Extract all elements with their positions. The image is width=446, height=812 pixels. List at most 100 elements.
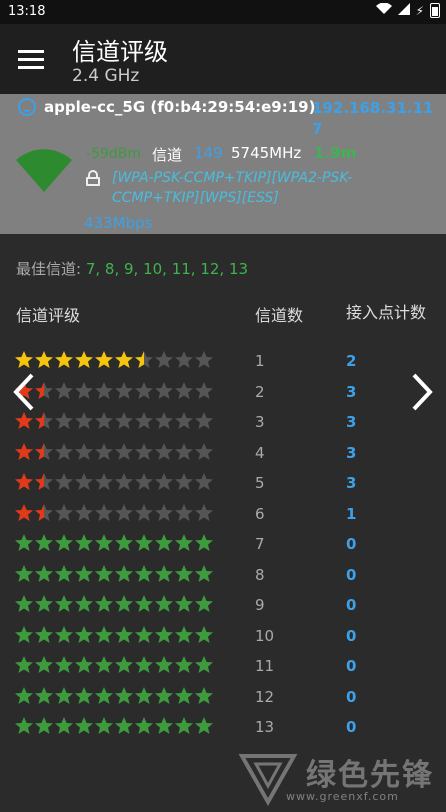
channel-number: 13 xyxy=(255,718,275,736)
ap-count: 0 xyxy=(346,687,357,706)
best-channels-value: 7, 8, 9, 10, 11, 12, 13 xyxy=(85,260,249,278)
star-icon xyxy=(154,533,174,553)
star-rating xyxy=(14,442,214,462)
star-icon xyxy=(154,716,174,736)
band-subtitle: 2.4 GHz xyxy=(72,66,140,86)
star-icon xyxy=(34,472,54,492)
star-icon xyxy=(154,350,174,370)
signal-strength: -59dBm xyxy=(86,146,141,162)
star-icon xyxy=(94,686,114,706)
star-icon xyxy=(34,350,54,370)
table-row: 53 xyxy=(0,472,446,502)
star-icon xyxy=(154,503,174,523)
header-rating: 信道评级 xyxy=(16,306,81,325)
star-icon xyxy=(174,625,194,645)
star-icon xyxy=(34,716,54,736)
star-icon xyxy=(174,716,194,736)
security-capabilities: [WPA-PSK-CCMP+TKIP][WPA2-PSK-CCMP+TKIP][… xyxy=(112,170,353,206)
star-icon xyxy=(194,472,214,492)
star-icon xyxy=(194,442,214,462)
star-icon xyxy=(14,503,34,523)
star-icon xyxy=(74,686,94,706)
star-icon xyxy=(94,533,114,553)
channel-number: 2 xyxy=(255,382,265,401)
star-icon xyxy=(94,411,114,431)
star-icon xyxy=(14,686,34,706)
ap-count: 0 xyxy=(346,626,357,645)
status-time: 13:18 xyxy=(8,4,46,19)
channel-number: 4 xyxy=(255,443,265,462)
star-icon xyxy=(174,594,194,614)
star-icon xyxy=(74,411,94,431)
star-icon xyxy=(54,472,74,492)
ap-count: 2 xyxy=(346,352,357,370)
star-icon xyxy=(94,625,114,645)
channel-label: 信道 xyxy=(152,146,183,164)
star-icon xyxy=(94,350,114,370)
star-icon xyxy=(174,564,194,584)
star-icon xyxy=(134,503,154,523)
distance: 1.9m xyxy=(314,144,357,162)
star-icon xyxy=(194,411,214,431)
star-icon xyxy=(194,655,214,675)
wifi-status-icon xyxy=(375,2,392,18)
star-icon xyxy=(54,655,74,675)
star-icon xyxy=(114,716,134,736)
wifi-strength-icon xyxy=(14,146,74,198)
star-icon xyxy=(34,381,54,401)
connected-network-card[interactable]: apple-cc_5G (f0:b4:29:54:e9:19) 192.168.… xyxy=(0,94,446,234)
star-rating xyxy=(14,533,214,553)
watermark: 绿色先锋 www.greenxf.com xyxy=(236,748,442,808)
frequency: 5745MHz xyxy=(231,144,302,162)
star-icon xyxy=(14,564,34,584)
ap-count: 3 xyxy=(346,413,357,431)
lock-icon xyxy=(86,170,100,186)
star-rating xyxy=(14,594,214,614)
ap-count: 0 xyxy=(346,565,357,584)
star-icon xyxy=(34,686,54,706)
watermark-text: 绿色先锋 xyxy=(306,758,434,793)
header-channel-count: 信道数 xyxy=(255,306,304,325)
star-icon xyxy=(54,594,74,614)
next-arrow-icon[interactable] xyxy=(410,372,434,412)
ap-count: 3 xyxy=(346,382,357,401)
channel-number: 5 xyxy=(255,474,265,492)
signal-status-icon xyxy=(397,3,410,18)
star-icon xyxy=(114,564,134,584)
star-icon xyxy=(114,533,134,553)
previous-arrow-icon[interactable] xyxy=(12,372,36,412)
table-row: 43 xyxy=(0,442,446,472)
star-icon xyxy=(14,472,34,492)
channel-number: 6 xyxy=(255,504,265,523)
star-icon xyxy=(94,503,114,523)
star-icon xyxy=(174,533,194,553)
star-icon xyxy=(114,655,134,675)
channel-number: 12 xyxy=(255,687,275,706)
star-icon xyxy=(94,564,114,584)
star-icon xyxy=(54,381,74,401)
star-icon xyxy=(154,686,174,706)
star-icon xyxy=(54,533,74,553)
star-rating xyxy=(14,564,214,584)
star-icon xyxy=(74,381,94,401)
star-icon xyxy=(34,503,54,523)
star-icon xyxy=(194,503,214,523)
star-icon xyxy=(114,503,134,523)
star-icon xyxy=(74,442,94,462)
star-icon xyxy=(14,442,34,462)
star-icon xyxy=(14,533,34,553)
star-rating xyxy=(14,381,214,401)
table-row: 70 xyxy=(0,533,446,563)
menu-icon[interactable] xyxy=(18,50,44,70)
star-icon xyxy=(114,381,134,401)
star-icon xyxy=(54,350,74,370)
star-icon xyxy=(94,655,114,675)
star-icon xyxy=(194,350,214,370)
star-icon xyxy=(194,686,214,706)
star-icon xyxy=(174,442,194,462)
star-icon xyxy=(154,655,174,675)
star-icon xyxy=(34,564,54,584)
star-icon xyxy=(74,503,94,523)
star-icon xyxy=(34,533,54,553)
star-icon xyxy=(114,442,134,462)
